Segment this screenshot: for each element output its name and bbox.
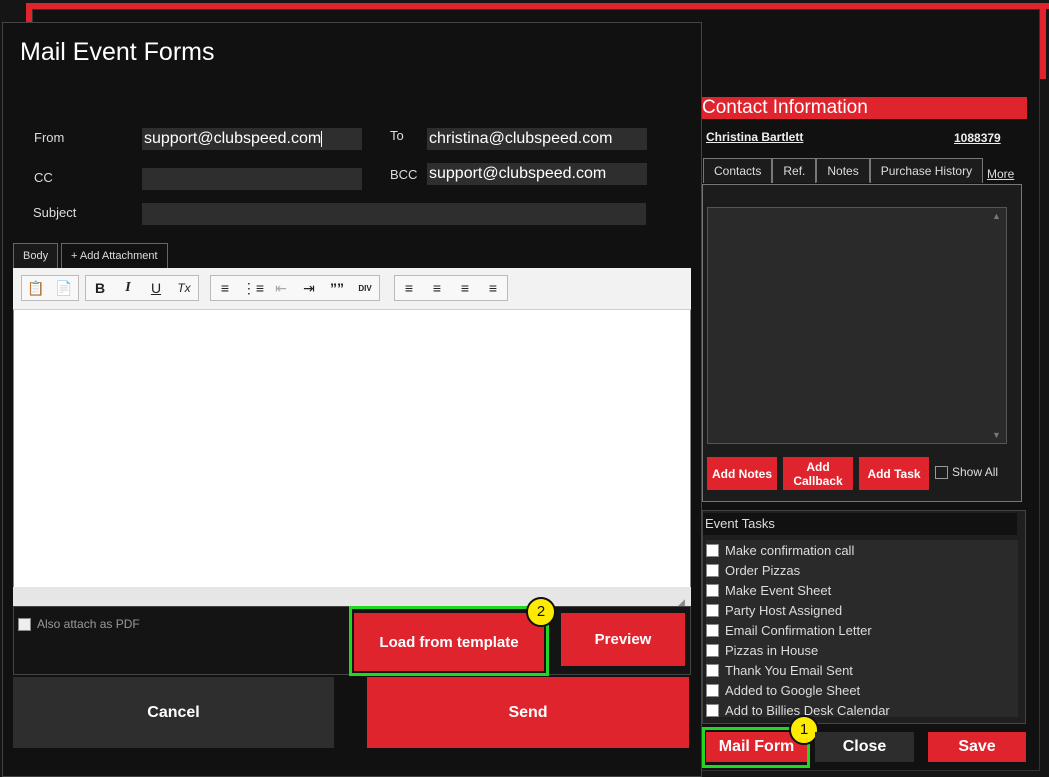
scroll-up-icon[interactable]: ▲ [992, 211, 1001, 221]
tab-purchase-history[interactable]: Purchase History [869, 158, 984, 183]
task-label: Added to Google Sheet [725, 682, 861, 698]
attach-pdf-label: Also attach as PDF [37, 617, 140, 631]
attach-pdf-option[interactable]: Also attach as PDF [18, 617, 140, 631]
task-checkbox[interactable] [706, 543, 719, 557]
task-item[interactable]: Added to Google Sheet [706, 680, 1018, 700]
outdent-icon[interactable]: ⇤ [267, 276, 295, 300]
subject-label: Subject [33, 205, 77, 220]
task-item[interactable]: Email Confirmation Letter [706, 620, 1018, 640]
task-item[interactable]: Order Pizzas [706, 560, 1018, 580]
save-button[interactable]: Save [928, 732, 1026, 762]
task-label: Make Event Sheet [725, 582, 832, 598]
task-checkbox[interactable] [706, 663, 719, 677]
task-item[interactable]: Thank You Email Sent [706, 660, 1018, 680]
indent-icon[interactable]: ⇥ [295, 276, 323, 300]
task-checkbox[interactable] [706, 643, 719, 657]
subject-field[interactable] [142, 203, 646, 225]
contact-info-header: Contact Information [700, 97, 1027, 119]
paste-text-icon[interactable]: 📋 [22, 276, 50, 300]
to-field[interactable]: christina@clubspeed.com [427, 128, 647, 150]
align-justify-icon[interactable]: ≡ [479, 276, 507, 300]
task-item[interactable]: Make confirmation call [706, 540, 1018, 560]
editor-toolbar: 📋 📄 B I U Tx ≡ ⋮≡ ⇤ ⇥ ”” DIV ≡ ≡ ≡ ≡ [13, 268, 691, 310]
task-checkbox[interactable] [706, 563, 719, 577]
editor-statusbar [13, 587, 691, 606]
tab-notes[interactable]: Notes [816, 158, 870, 183]
contact-id-link[interactable]: 1088379 [954, 131, 1001, 145]
dialog-title: Mail Event Forms [20, 38, 215, 66]
bulleted-list-icon[interactable]: ⋮≡ [239, 276, 267, 300]
step-badge-2: 2 [526, 597, 556, 627]
close-button[interactable]: Close [815, 732, 914, 762]
task-label: Email Confirmation Letter [725, 622, 872, 638]
from-field[interactable]: support@clubspeed.com [142, 128, 362, 150]
window-accent-right [1040, 9, 1046, 79]
cc-label: CC [34, 170, 53, 185]
more-link[interactable]: More [987, 167, 1014, 181]
bcc-field[interactable]: support@clubspeed.com [427, 163, 647, 185]
list-group: ≡ ⋮≡ ⇤ ⇥ ”” DIV [210, 275, 380, 301]
add-callback-button[interactable]: Add Callback [783, 457, 853, 490]
scroll-down-icon[interactable]: ▼ [992, 430, 1001, 440]
task-label: Order Pizzas [725, 562, 801, 578]
show-all-label: Show All [952, 465, 999, 479]
bcc-label: BCC [390, 167, 418, 182]
task-item[interactable]: Add to Billies Desk Calendar [706, 700, 1018, 720]
underline-icon[interactable]: U [142, 276, 170, 300]
task-label: Pizzas in House [725, 642, 819, 658]
align-right-icon[interactable]: ≡ [451, 276, 479, 300]
tab-ref[interactable]: Ref. [772, 158, 817, 183]
from-label: From [34, 130, 65, 145]
task-checkbox[interactable] [706, 583, 719, 597]
format-group: B I U Tx [85, 275, 199, 301]
load-template-highlight [349, 606, 549, 676]
bold-icon[interactable]: B [86, 276, 114, 300]
tab-body[interactable]: Body [13, 243, 59, 268]
task-item[interactable]: Make Event Sheet [706, 580, 1018, 600]
text-cursor [321, 130, 323, 147]
task-item[interactable]: Pizzas in House [706, 640, 1018, 660]
task-label: Thank You Email Sent [725, 662, 853, 678]
add-notes-button[interactable]: Add Notes [707, 457, 777, 490]
align-center-icon[interactable]: ≡ [423, 276, 451, 300]
tab-add-attachment[interactable]: + Add Attachment [61, 243, 168, 268]
align-group: ≡ ≡ ≡ ≡ [394, 275, 508, 301]
to-label: To [390, 128, 404, 143]
paste-word-icon[interactable]: 📄 [50, 276, 78, 300]
div-icon[interactable]: DIV [351, 276, 379, 300]
remove-format-icon[interactable]: Tx [170, 276, 198, 300]
contact-name-link[interactable]: Christina Bartlett [706, 130, 803, 144]
body-editor[interactable] [13, 268, 691, 606]
task-label: Party Host Assigned [725, 602, 843, 618]
show-all-toggle[interactable]: Show All [935, 465, 998, 479]
align-left-icon[interactable]: ≡ [395, 276, 423, 300]
italic-icon[interactable]: I [114, 276, 142, 300]
attach-pdf-checkbox[interactable] [18, 617, 31, 631]
add-task-button[interactable]: Add Task [859, 457, 929, 490]
show-all-checkbox[interactable] [935, 465, 948, 479]
task-label: Make confirmation call [725, 542, 855, 558]
blockquote-icon[interactable]: ”” [323, 276, 351, 300]
event-tasks-title: Event Tasks [703, 513, 1017, 535]
task-checkbox[interactable] [706, 623, 719, 637]
cancel-button[interactable]: Cancel [13, 677, 334, 748]
numbered-list-icon[interactable]: ≡ [211, 276, 239, 300]
task-checkbox[interactable] [706, 683, 719, 697]
preview-button[interactable]: Preview [561, 613, 685, 666]
task-checkbox[interactable] [706, 603, 719, 617]
event-tasks-list: Make confirmation call Order Pizzas Make E… [706, 540, 1018, 720]
tab-contacts[interactable]: Contacts [703, 158, 773, 183]
cc-field[interactable] [142, 168, 362, 190]
task-checkbox[interactable] [706, 703, 719, 717]
notes-textarea[interactable] [707, 207, 1007, 444]
contact-tabs: Contacts Ref. Notes Purchase History [703, 158, 984, 183]
send-button[interactable]: Send [367, 677, 689, 748]
clipboard-group: 📋 📄 [21, 275, 79, 301]
task-item[interactable]: Party Host Assigned [706, 600, 1018, 620]
from-value: support@clubspeed.com [144, 130, 322, 147]
